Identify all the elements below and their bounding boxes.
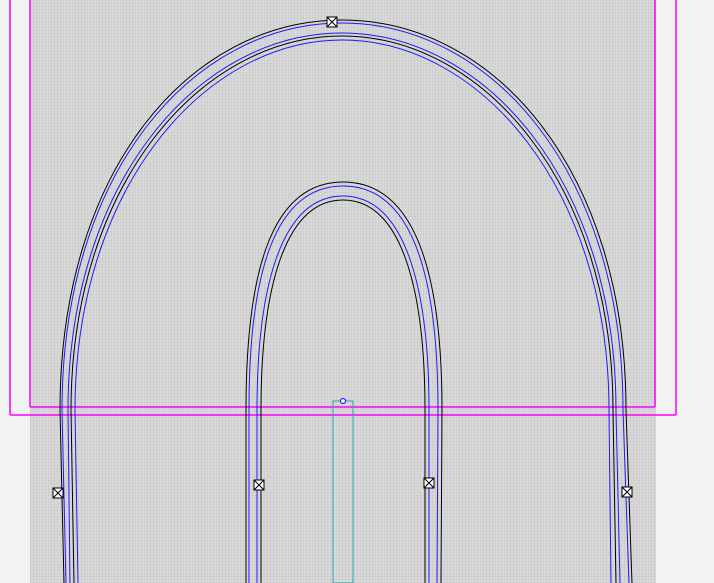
grid-area — [30, 0, 656, 583]
stem-anchor-point[interactable] — [339, 397, 347, 405]
glyph-canvas[interactable] — [0, 0, 714, 583]
glyph-editor-viewport[interactable] — [0, 0, 714, 583]
outside-area — [656, 0, 714, 583]
inner-right-node[interactable] — [423, 477, 435, 489]
outer-top-node[interactable] — [326, 16, 338, 28]
inner-left-node[interactable] — [253, 479, 265, 491]
outer-right-node[interactable] — [621, 486, 633, 498]
outer-left-node[interactable] — [52, 487, 64, 499]
